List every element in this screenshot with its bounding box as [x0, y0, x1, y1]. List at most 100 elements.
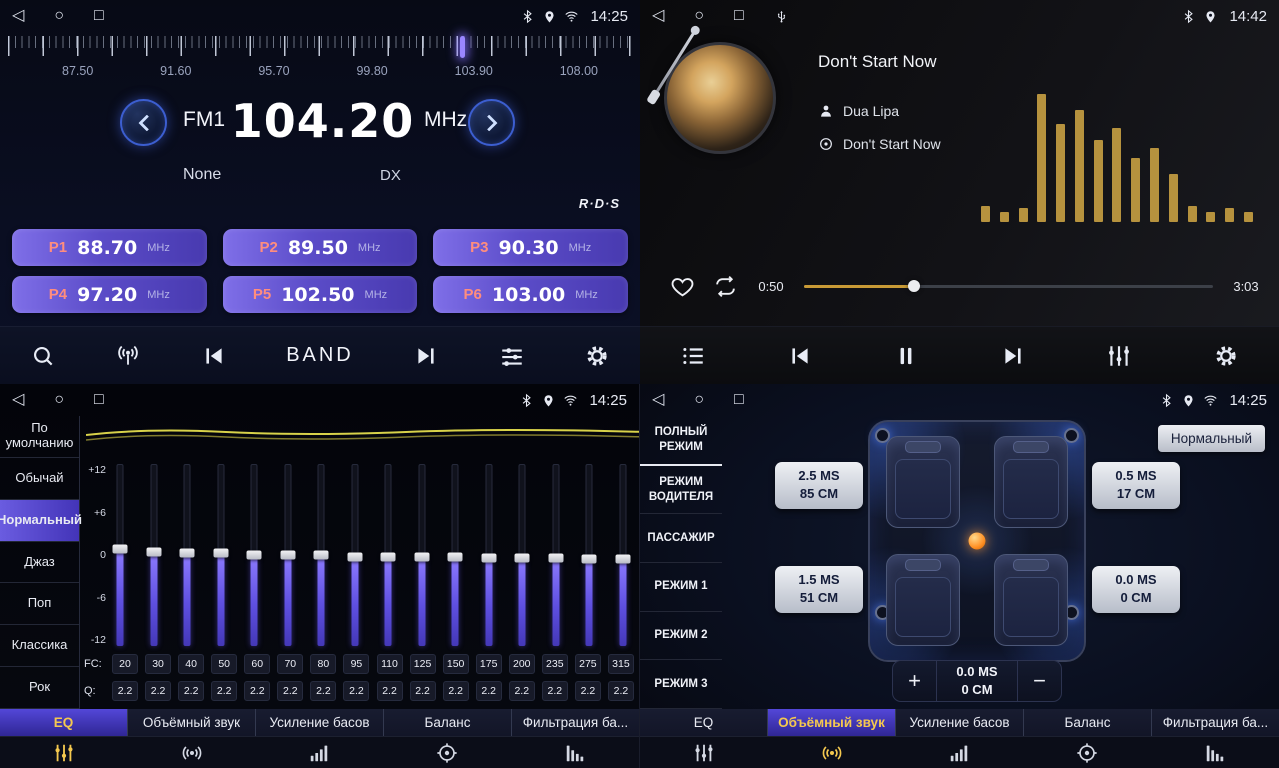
slider-thumb[interactable] — [548, 554, 563, 563]
eq-preset-item[interactable]: Нормальный — [0, 500, 79, 542]
broadcast-antenna-icon[interactable] — [115, 343, 141, 369]
tab-bass-boost[interactable]: Усиление басов — [256, 709, 384, 736]
listening-mode-item[interactable]: РЕЖИМ 1 — [640, 563, 722, 612]
slider-thumb[interactable] — [347, 552, 362, 561]
slider-thumb[interactable] — [113, 544, 128, 553]
slider-thumb[interactable] — [615, 554, 630, 563]
delay-front-left[interactable]: 2.5 MS 85 CM — [775, 462, 863, 509]
recents-icon[interactable]: □ — [734, 392, 744, 408]
delay-rear-left[interactable]: 1.5 MS 51 CM — [775, 566, 863, 613]
eq-band-slider[interactable] — [146, 464, 162, 646]
recents-icon[interactable]: □ — [94, 8, 104, 24]
slider-thumb[interactable] — [247, 551, 262, 560]
eq-preset-item[interactable]: Джаз — [0, 542, 79, 584]
eq-band-slider[interactable] — [581, 464, 597, 646]
eq-band-slider[interactable] — [112, 464, 128, 646]
delay-decrease-button[interactable]: − — [1017, 661, 1061, 701]
playlist-icon[interactable] — [680, 343, 706, 369]
slider-thumb[interactable] — [314, 551, 329, 560]
eq-band-slider[interactable] — [347, 464, 363, 646]
slider-thumb[interactable] — [146, 547, 161, 556]
delay-rear-right[interactable]: 0.0 MS 0 CM — [1092, 566, 1180, 613]
slider-thumb[interactable] — [414, 553, 429, 562]
scan-icon[interactable] — [30, 343, 56, 369]
slider-thumb[interactable] — [515, 554, 530, 563]
listening-position-marker[interactable] — [969, 533, 986, 550]
seek-bar[interactable] — [804, 279, 1213, 293]
recents-icon[interactable]: □ — [734, 8, 744, 24]
band-button[interactable]: BAND — [286, 344, 354, 367]
tab-balance[interactable]: Баланс — [1024, 709, 1152, 736]
surround-sound-icon[interactable] — [128, 737, 256, 768]
tab-filter[interactable]: Фильтрация ба... — [1152, 709, 1279, 736]
delay-front-right[interactable]: 0.5 MS 17 CM — [1092, 462, 1180, 509]
home-icon[interactable]: ○ — [54, 8, 64, 24]
album-art[interactable] — [664, 42, 776, 154]
slider-thumb[interactable] — [381, 552, 396, 561]
previous-track-icon[interactable] — [787, 343, 813, 369]
eq-band-slider[interactable] — [514, 464, 530, 646]
tab-filter[interactable]: Фильтрация ба... — [512, 709, 639, 736]
progress-knob[interactable] — [908, 280, 920, 292]
next-track-icon[interactable] — [1000, 343, 1026, 369]
slider-thumb[interactable] — [448, 553, 463, 562]
eq-band-slider[interactable] — [447, 464, 463, 646]
eq-band-slider[interactable] — [280, 464, 296, 646]
slider-thumb[interactable] — [582, 554, 597, 563]
next-icon[interactable] — [413, 343, 439, 369]
eq-icon[interactable] — [640, 737, 768, 768]
filter-icon[interactable] — [1151, 737, 1279, 768]
tab-surround-sound[interactable]: Объёмный звук — [768, 709, 896, 736]
eq-band-slider[interactable] — [179, 464, 195, 646]
eq-band-slider[interactable] — [414, 464, 430, 646]
slider-thumb[interactable] — [280, 551, 295, 560]
delay-increase-button[interactable]: + — [893, 661, 937, 701]
home-icon[interactable]: ○ — [694, 392, 704, 408]
eq-preset-item[interactable]: По умолчанию — [0, 416, 79, 458]
preset-button-1[interactable]: P188.70MHz — [12, 229, 207, 266]
preset-button-5[interactable]: P5102.50MHz — [223, 276, 418, 313]
eq-band-slider[interactable] — [481, 464, 497, 646]
preset-button-3[interactable]: P390.30MHz — [433, 229, 628, 266]
tab-bass-boost[interactable]: Усиление басов — [896, 709, 1024, 736]
tab-balance[interactable]: Баланс — [384, 709, 512, 736]
eq-band-slider[interactable] — [548, 464, 564, 646]
listening-mode-item[interactable]: ПОЛНЫЙ РЕЖИМ — [640, 416, 722, 466]
slider-thumb[interactable] — [481, 554, 496, 563]
slider-thumb[interactable] — [213, 549, 228, 558]
home-icon[interactable]: ○ — [694, 8, 704, 24]
eq-band-slider[interactable] — [313, 464, 329, 646]
preset-button-6[interactable]: P6103.00MHz — [433, 276, 628, 313]
settings-gear-icon[interactable] — [584, 343, 610, 369]
home-icon[interactable]: ○ — [54, 392, 64, 408]
listening-mode-item[interactable]: РЕЖИМ ВОДИТЕЛЯ — [640, 466, 722, 515]
tune-down-button[interactable] — [120, 99, 167, 146]
listening-mode-item[interactable]: РЕЖИМ 2 — [640, 612, 722, 661]
sound-profile-button[interactable]: Нормальный — [1158, 425, 1265, 452]
back-icon[interactable]: ◁ — [652, 8, 664, 24]
bass-boost-icon[interactable] — [256, 737, 384, 768]
listening-mode-item[interactable]: РЕЖИМ 3 — [640, 660, 722, 709]
eq-preset-item[interactable]: Обычай — [0, 458, 79, 500]
surround-sound-icon[interactable] — [768, 737, 896, 768]
eq-preset-item[interactable]: Рок — [0, 667, 79, 709]
eq-preset-item[interactable]: Классика — [0, 625, 79, 667]
eq-sliders-icon[interactable] — [499, 343, 525, 369]
eq-icon[interactable] — [0, 737, 128, 768]
repeat-icon[interactable] — [713, 274, 738, 299]
back-icon[interactable]: ◁ — [12, 392, 24, 408]
balance-icon[interactable] — [1023, 737, 1151, 768]
preset-button-4[interactable]: P497.20MHz — [12, 276, 207, 313]
tab-eq[interactable]: EQ — [640, 709, 768, 736]
pause-icon[interactable] — [893, 343, 919, 369]
eq-preset-item[interactable]: Поп — [0, 583, 79, 625]
eq-band-slider[interactable] — [380, 464, 396, 646]
tab-surround-sound[interactable]: Объёмный звук — [128, 709, 256, 736]
eq-band-slider[interactable] — [246, 464, 262, 646]
tune-up-button[interactable] — [468, 99, 515, 146]
preset-button-2[interactable]: P289.50MHz — [223, 229, 418, 266]
frequency-ruler[interactable] — [8, 36, 632, 60]
eq-band-slider[interactable] — [615, 464, 631, 646]
settings-gear-icon[interactable] — [1213, 343, 1239, 369]
slider-thumb[interactable] — [180, 549, 195, 558]
